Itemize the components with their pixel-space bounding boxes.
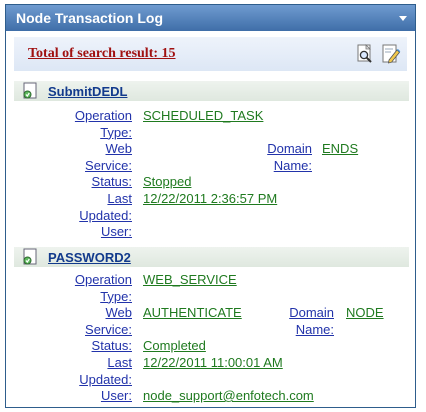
operation-type-label: Operation Type:: [74, 108, 132, 140]
magnifier-page-icon[interactable]: [355, 44, 375, 64]
total-results-link[interactable]: Total of search result: 15: [28, 46, 176, 62]
panel-titlebar: Node Transaction Log: [6, 5, 415, 31]
collapse-arrow-icon[interactable]: [399, 15, 407, 21]
domain-name-value[interactable]: ENDS: [322, 141, 358, 158]
record-name-link[interactable]: PASSWORD2: [48, 250, 131, 265]
web-service-value[interactable]: AUTHENTICATE: [143, 305, 242, 322]
last-updated-label: Last Updated:: [79, 355, 132, 387]
list-item: PASSWORD2 Operation Type: WEB_SERVICE We…: [14, 247, 409, 403]
record-header: SubmitDEDL: [14, 81, 409, 101]
user-label: User:: [100, 388, 132, 403]
user-label: User:: [100, 224, 132, 239]
web-service-label: Web Service:: [85, 305, 132, 337]
status-value[interactable]: Completed: [143, 338, 206, 355]
document-icon: [23, 82, 37, 99]
last-updated-label: Last Updated:: [79, 191, 132, 223]
list-item: SubmitDEDL Operation Type: SCHEDULED_TAS…: [14, 81, 409, 239]
record-header: PASSWORD2: [14, 247, 409, 267]
records-list: SubmitDEDL Operation Type: SCHEDULED_TAS…: [14, 77, 409, 407]
pencil-page-icon[interactable]: [381, 44, 401, 64]
status-label: Status:: [91, 174, 132, 189]
last-updated-value[interactable]: 12/22/2011 2:36:57 PM: [143, 191, 277, 208]
last-updated-value[interactable]: 12/22/2011 11:00:01 AM: [143, 355, 283, 372]
domain-name-value[interactable]: NODE: [346, 305, 384, 322]
summary-bar: Total of search result: 15: [14, 37, 407, 71]
status-value[interactable]: Stopped: [143, 174, 191, 191]
domain-name-label: Domain Name:: [267, 141, 312, 173]
status-label: Status:: [91, 338, 132, 353]
operation-type-label: Operation Type:: [74, 272, 132, 304]
operation-type-value[interactable]: SCHEDULED_TASK: [143, 108, 263, 125]
panel-title: Node Transaction Log: [16, 10, 164, 26]
user-value[interactable]: node_support@enfotech.com: [143, 388, 314, 405]
document-icon: [23, 248, 37, 265]
toolbar: [355, 44, 401, 64]
record-name-link[interactable]: SubmitDEDL: [48, 84, 127, 99]
operation-type-value[interactable]: WEB_SERVICE: [143, 272, 237, 289]
domain-name-label: Domain Name:: [289, 305, 334, 337]
web-service-label: Web Service:: [85, 141, 132, 173]
node-transaction-log-panel: Node Transaction Log Total of search res…: [5, 4, 416, 408]
